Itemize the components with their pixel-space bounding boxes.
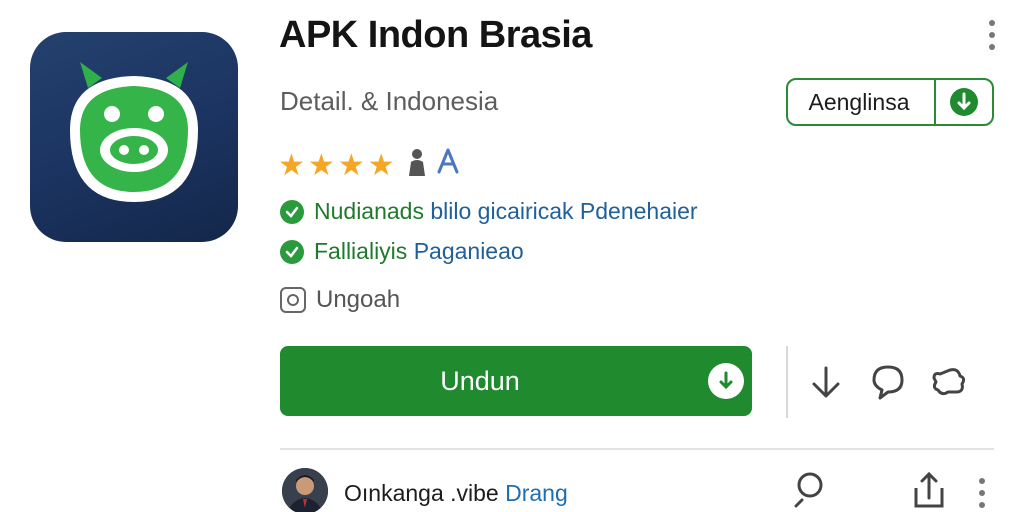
- user-blue-icon: [436, 148, 460, 183]
- footer-text: Oınkanga .vibe Drang: [344, 480, 568, 507]
- star-icon: ★: [337, 148, 365, 182]
- more-options-icon[interactable]: [972, 476, 992, 512]
- download-arrow-icon[interactable]: [806, 362, 846, 402]
- section-divider: [280, 448, 994, 450]
- mascot-icon: [70, 62, 198, 202]
- download-circle-icon: [936, 80, 992, 124]
- share-icon[interactable]: [910, 470, 948, 510]
- feature-label-blue: Paganieao: [413, 238, 524, 264]
- check-icon: [280, 239, 304, 264]
- misc-item: Ungoah: [280, 286, 400, 314]
- feature-item: Nudianads blilo gicairicak Pdenehaier: [280, 198, 698, 225]
- language-label: Aenglinsa: [808, 88, 910, 115]
- star-icon: ★: [367, 148, 395, 182]
- feature-item: Fallialiyis Paganieao: [280, 238, 524, 265]
- rating: ★ ★ ★ ★: [278, 148, 460, 183]
- misc-label: Ungoah: [316, 286, 401, 313]
- feature-label-green: Fallialiyis: [314, 238, 408, 264]
- feature-label-blue: blilo gicairicak Pdenehaier: [430, 198, 698, 224]
- shield-icon: [280, 287, 306, 313]
- app-subtitle: Detail. & Indonesia: [280, 86, 499, 116]
- footer-text-dark: Oınkanga .vibe: [344, 480, 499, 506]
- feature-label-green: Nudianads: [314, 198, 424, 224]
- check-icon: [280, 199, 304, 224]
- download-label: Undun: [440, 366, 520, 396]
- avatar[interactable]: [282, 468, 328, 512]
- person-icon: [406, 148, 428, 183]
- star-icon: ★: [307, 148, 335, 182]
- more-options-icon[interactable]: [982, 18, 1002, 52]
- download-button[interactable]: Undun: [280, 346, 752, 416]
- footer-text-blue: Drang: [505, 480, 568, 506]
- puzzle-share-icon[interactable]: [928, 362, 968, 402]
- chat-bubble-icon[interactable]: [868, 362, 908, 402]
- download-arrow-icon: [708, 363, 744, 399]
- app-title: APK Indon Brasia: [279, 14, 592, 56]
- search-icon[interactable]: [792, 468, 832, 508]
- language-button[interactable]: Aenglinsa: [786, 78, 994, 126]
- app-icon: [30, 32, 238, 242]
- action-divider: [786, 346, 788, 418]
- star-icon: ★: [278, 148, 305, 182]
